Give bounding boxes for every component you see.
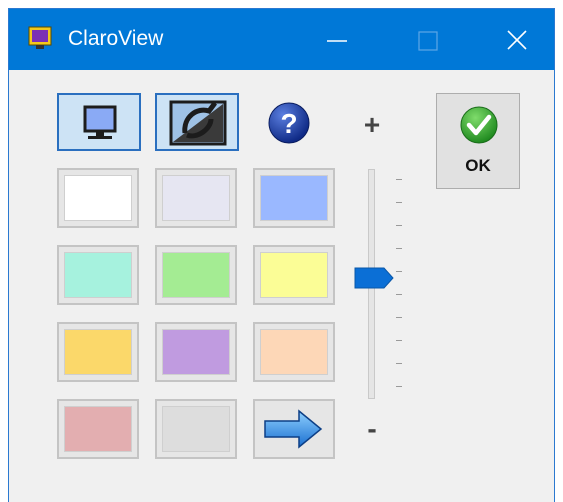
monitor-icon (83, 105, 117, 139)
slider-tick (396, 363, 402, 364)
swatch-color (64, 252, 132, 298)
swatch-color (260, 252, 328, 298)
swatch-peach[interactable] (253, 322, 335, 382)
swatch-light-purple[interactable] (155, 322, 237, 382)
swatch-color (64, 175, 132, 221)
slider-tick (396, 294, 402, 295)
ok-button-label: OK (465, 156, 491, 175)
maximize-button (390, 9, 466, 70)
swatch-color (64, 406, 132, 452)
slider-tick (396, 225, 402, 226)
screen-tint-button[interactable] (155, 93, 239, 151)
minimize-icon (327, 40, 347, 42)
swatch-light-red[interactable] (57, 399, 139, 459)
swatch-lavender-grey[interactable] (155, 168, 237, 228)
slider-tick (396, 340, 402, 341)
swatch-light-orange[interactable] (57, 322, 139, 382)
swatch-light-green[interactable] (155, 245, 237, 305)
swatch-mint[interactable] (57, 245, 139, 305)
ok-button[interactable]: OK (436, 93, 520, 189)
claroview-app-icon (28, 26, 52, 49)
help-button[interactable]: ? (267, 101, 311, 145)
decrease-label: - (367, 413, 377, 444)
next-button[interactable] (253, 399, 335, 459)
minimize-button[interactable] (299, 9, 375, 70)
swatch-color (162, 406, 230, 452)
swatch-color (162, 252, 230, 298)
swatch-white[interactable] (57, 168, 139, 228)
increase-label: + (363, 109, 381, 140)
slider-tick (396, 386, 402, 387)
close-icon (507, 30, 527, 50)
svg-text:?: ? (280, 108, 297, 139)
maximize-icon (418, 31, 438, 51)
swatch-color (64, 329, 132, 375)
close-button[interactable] (479, 9, 555, 70)
window-title: ClaroView (68, 27, 164, 50)
monitor-mode-button[interactable] (57, 93, 141, 151)
slider-tick (396, 271, 402, 272)
swatch-light-yellow[interactable] (253, 245, 335, 305)
swatch-color (162, 329, 230, 375)
arrow-right-icon (264, 409, 323, 449)
claroview-window: ClaroView ? + OK - (8, 8, 555, 502)
swatch-light-grey[interactable] (155, 399, 237, 459)
slider-tick (396, 248, 402, 249)
screen-tint-icon (169, 100, 227, 146)
swatch-color (260, 329, 328, 375)
slider-tick (396, 202, 402, 203)
slider-tick (396, 179, 402, 180)
help-icon: ? (268, 102, 310, 144)
swatch-light-blue[interactable] (253, 168, 335, 228)
slider-tick (396, 317, 402, 318)
brightness-slider-thumb[interactable] (354, 266, 394, 290)
checkmark-icon (460, 106, 498, 144)
swatch-color (260, 175, 328, 221)
swatch-color (162, 175, 230, 221)
title-bar[interactable]: ClaroView (9, 9, 554, 70)
